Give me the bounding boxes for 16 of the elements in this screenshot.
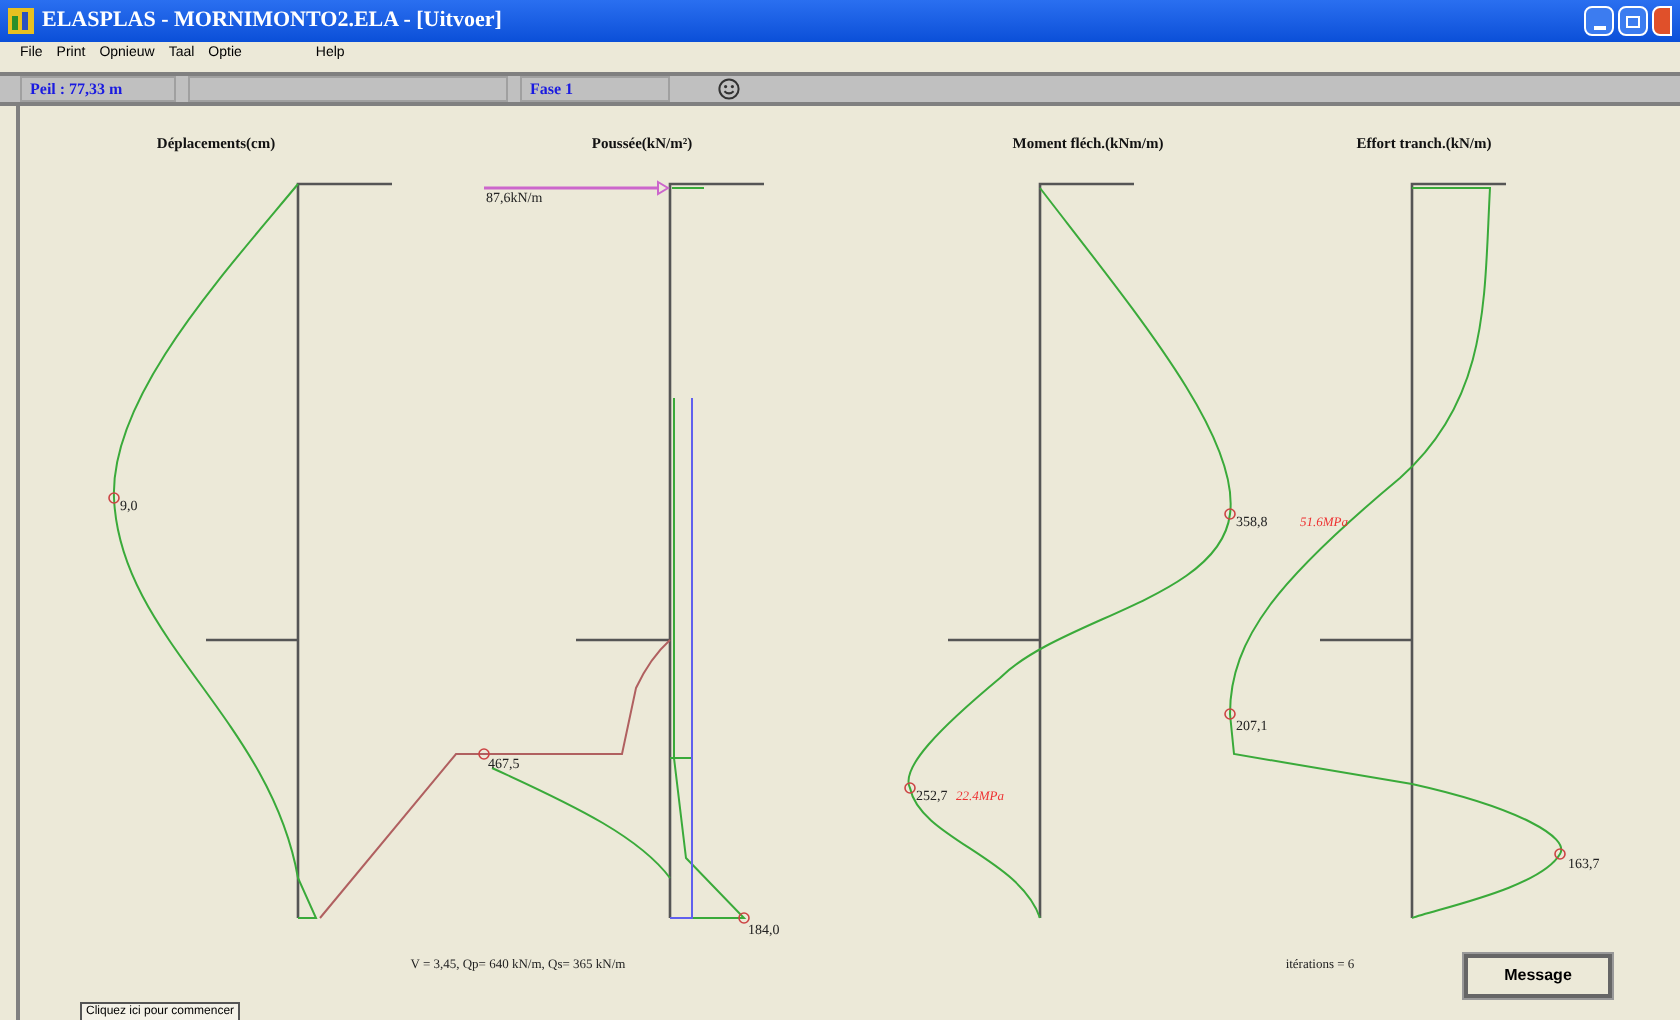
message-button[interactable]: Message xyxy=(1464,954,1612,998)
app-icon xyxy=(8,8,34,34)
phase-field: Fase 1 xyxy=(520,76,670,102)
restore-button[interactable] xyxy=(1618,6,1648,36)
window-title: ELASPLAS - MORNIMONTO2.ELA - [Uitvoer] xyxy=(42,6,502,37)
minimize-button[interactable] xyxy=(1584,6,1614,36)
marker-icon xyxy=(478,748,490,760)
level-field: Peil : 77,33 m xyxy=(20,76,176,102)
marker-icon xyxy=(108,492,120,504)
marker-icon xyxy=(904,782,916,794)
smiley-icon xyxy=(718,78,740,100)
marker-icon xyxy=(1224,708,1236,720)
marker-icon xyxy=(738,912,750,924)
close-button[interactable] xyxy=(1652,6,1672,36)
marker-icon xyxy=(1554,848,1566,860)
marker-icon xyxy=(1224,508,1236,520)
